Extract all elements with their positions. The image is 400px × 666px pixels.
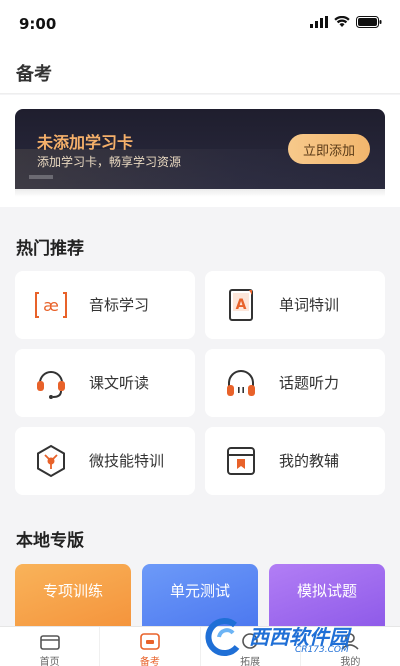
card-word-training[interactable]: A 单词特训 [205, 271, 385, 339]
card-phonetics[interactable]: æ 音标学习 [15, 271, 195, 339]
watermark-sub: CR173.COM [295, 645, 349, 655]
card-my-materials[interactable]: 我的教辅 [205, 427, 385, 495]
card-label: 我的教辅 [279, 452, 340, 470]
banner-decoration [29, 175, 53, 179]
card-label: 微技能特训 [89, 452, 165, 470]
card-text-listening[interactable]: 课文听读 [15, 349, 195, 417]
card-label: 单词特训 [279, 296, 340, 314]
tab-label: 首页 [39, 657, 60, 666]
tile-label: 专项训练 [42, 582, 103, 600]
tile-special-training[interactable]: 专项训练 [15, 564, 131, 634]
svg-text:æ: æ [43, 296, 59, 315]
banner-subtitle: 添加学习卡，畅享学习资源 [37, 155, 182, 169]
watermark: 西西软件园 CR173.COM [205, 615, 385, 659]
word-card-icon: A [229, 289, 253, 321]
card-label: 音标学习 [89, 296, 150, 314]
battery-icon [356, 16, 382, 28]
study-card-banner: 未添加学习卡 添加学习卡，畅享学习资源 立即添加 [15, 109, 385, 189]
add-now-button[interactable]: 立即添加 [288, 134, 370, 164]
exam-icon [140, 633, 160, 650]
tab-exam[interactable]: 备考 [100, 627, 201, 666]
svg-text:A: A [236, 297, 247, 313]
card-micro-skills[interactable]: 微技能特训 [15, 427, 195, 495]
hot-section-title: 热门推荐 [16, 239, 84, 259]
banner-section: 未添加学习卡 添加学习卡，畅享学习资源 立即添加 [0, 95, 400, 207]
status-time: 9:00 [19, 15, 57, 33]
card-label: 课文听读 [89, 374, 150, 392]
watermark-logo-icon [205, 618, 240, 657]
card-topic-listening[interactable]: 话题听力 [205, 349, 385, 417]
book-icon [227, 447, 255, 475]
wifi-icon [334, 16, 350, 27]
status-icons [310, 16, 382, 28]
banner-title: 未添加学习卡 [37, 133, 134, 152]
local-section-title: 本地专版 [16, 531, 84, 551]
tab-home[interactable]: 首页 [0, 627, 101, 666]
tab-label: 备考 [139, 657, 160, 666]
page-header: 备考 [0, 48, 400, 94]
banner-shadow [15, 189, 385, 197]
tile-label: 模拟试题 [296, 582, 357, 600]
tile-label: 单元测试 [169, 582, 230, 600]
signal-icon [310, 16, 328, 28]
status-bar: 9:00 [0, 0, 400, 48]
page-title: 备考 [16, 64, 52, 85]
phonetic-ae-icon: æ [35, 292, 67, 318]
card-label: 话题听力 [279, 374, 340, 392]
headset-mic-icon [37, 371, 65, 399]
hexagon-skill-icon [37, 444, 65, 478]
home-icon [39, 635, 60, 650]
headphones-icon [227, 370, 255, 396]
